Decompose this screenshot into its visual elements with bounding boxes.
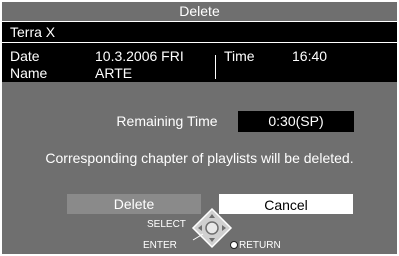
return-guide-label: RETURN bbox=[239, 240, 281, 251]
name-label: Name bbox=[10, 65, 48, 81]
time-value: 16:40 bbox=[292, 48, 328, 64]
time-label: Time bbox=[224, 48, 255, 64]
date-label: Date bbox=[10, 48, 40, 64]
program-name-row: Terra X bbox=[2, 22, 397, 42]
name-value: ARTE bbox=[95, 65, 133, 81]
dialog-title: Delete bbox=[2, 2, 397, 21]
delete-dialog: Delete Terra X Date 10.3.2006 FRI Time 1… bbox=[0, 0, 399, 256]
program-name: Terra X bbox=[10, 24, 56, 40]
date-value: 10.3.2006 FRI bbox=[95, 48, 184, 64]
delete-button[interactable]: Delete bbox=[67, 194, 201, 214]
enter-guide-label: ENTER bbox=[143, 240, 177, 251]
delete-warning-message: Corresponding chapter of playlists will … bbox=[45, 150, 354, 166]
dpad-icon bbox=[191, 207, 233, 249]
recording-info: Date 10.3.2006 FRI Time 16:40 Name ARTE bbox=[2, 43, 397, 82]
return-dot-icon bbox=[230, 241, 238, 249]
remaining-time-label: Remaining Time bbox=[116, 113, 218, 129]
info-divider bbox=[215, 55, 216, 79]
select-guide-label: SELECT bbox=[147, 219, 186, 230]
remaining-time-value: 0:30(SP) bbox=[238, 111, 354, 132]
cancel-button[interactable]: Cancel bbox=[219, 194, 353, 214]
